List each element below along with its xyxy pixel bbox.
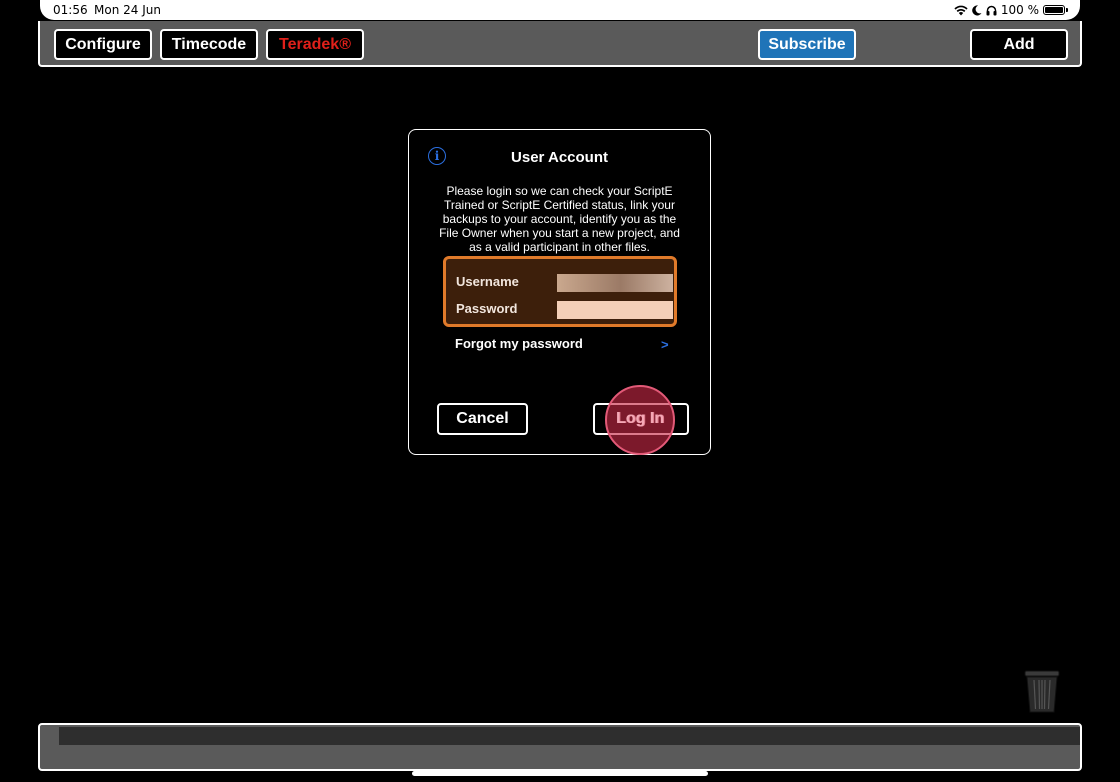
add-button[interactable]: Add [970,29,1068,60]
status-right: 100 % [954,3,1068,17]
forgot-password-link[interactable]: Forgot my password [455,336,583,351]
status-time: 01:56 [53,3,88,17]
trash-icon[interactable] [1022,668,1062,714]
chevron-right-icon[interactable]: > [661,337,669,352]
status-date: Mon 24 Jun [94,3,161,17]
login-button-label-overlay[interactable]: Log In [592,404,688,434]
credentials-panel: Username Password [443,256,677,327]
battery-tip [1066,8,1068,12]
headphones-icon [986,5,997,15]
username-field[interactable] [557,274,673,292]
bottom-bar [38,723,1082,771]
password-field[interactable] [557,301,673,319]
cancel-button[interactable]: Cancel [437,403,528,435]
dialog-title: User Account [511,149,608,166]
username-label: Username [456,274,519,289]
password-label: Password [456,301,518,316]
configure-button[interactable]: Configure [54,29,152,60]
moon-icon [972,4,982,15]
home-indicator[interactable] [412,771,708,776]
dialog-message: Please login so we can check your Script… [439,184,680,254]
top-toolbar: Configure Timecode Teradek® Subscribe Ad… [38,21,1082,67]
wifi-icon [954,5,968,15]
timeline-track[interactable] [59,727,1080,745]
battery-icon [1043,5,1065,15]
status-bar: 01:56 Mon 24 Jun 100 % [40,0,1080,20]
timecode-button[interactable]: Timecode [160,29,258,60]
battery-percentage: 100 % [1000,3,1039,17]
subscribe-button[interactable]: Subscribe [758,29,856,60]
teradek-button[interactable]: Teradek® [266,29,364,60]
